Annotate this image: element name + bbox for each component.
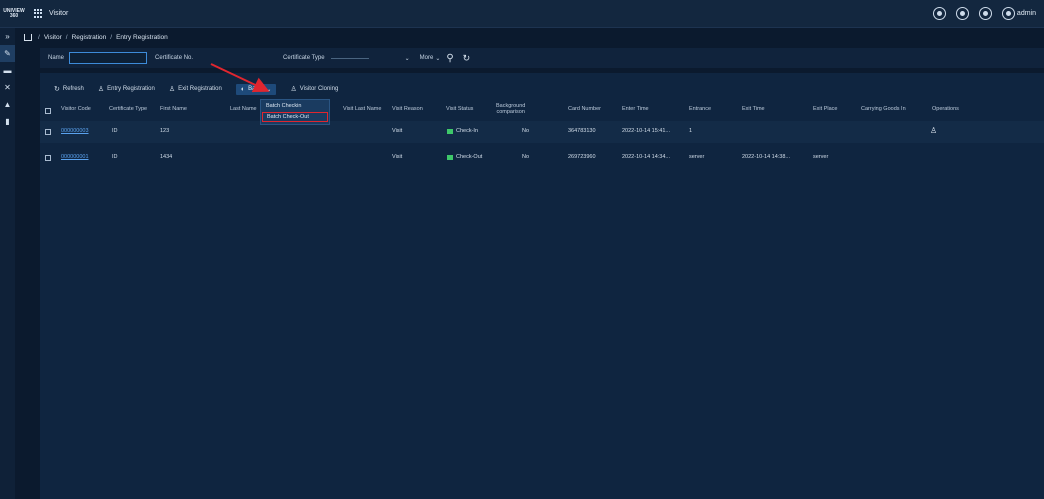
batch-checkin-item[interactable]: Batch Checkin [261, 101, 329, 110]
entrance-cell: server [689, 154, 705, 160]
visit-status-cell: Check-Out [447, 154, 482, 160]
background-cell: No [522, 128, 530, 134]
name-input[interactable] [69, 52, 148, 64]
col-certificate-type: Certificate Type [109, 106, 148, 112]
sidebar: » ✎ ▬ ✕ ▲ ▮ [0, 28, 15, 499]
chevron-down-icon: ⌄ [266, 86, 272, 93]
col-carrying-goods: Carrying Goods In [861, 106, 906, 112]
table-row[interactable]: 000000003 ID 123 Visit Check-In No 36478… [40, 121, 1044, 143]
breadcrumb-registration[interactable]: Registration [72, 34, 107, 41]
certificate-type-select[interactable] [330, 57, 369, 59]
first-name-cell: 123 [160, 128, 170, 134]
notification-icon[interactable] [932, 7, 946, 20]
toolbar: ↻ Refresh ♙ Entry Registration ♙ Exit Re… [54, 83, 338, 95]
app-title: Visitor [49, 10, 69, 17]
col-first-name: First Name [160, 106, 187, 112]
camera-icon[interactable]: ▬ [0, 62, 15, 79]
brand-logo: UNIVIEW 360 [3, 7, 25, 19]
batch-icon: ◐ [240, 85, 246, 93]
col-operations: Operations [932, 106, 959, 112]
visitor-code-link[interactable]: 000000003 [61, 128, 89, 134]
col-visit-last-name: Visit Last Name [343, 106, 382, 112]
col-exit-time: Exit Time [742, 106, 765, 112]
exit-registration-button[interactable]: ♙ Exit Registration [169, 85, 222, 93]
refresh-icon: ↻ [54, 86, 60, 93]
certificate-no-label: Certificate No. [155, 55, 194, 61]
expand-icon[interactable]: » [0, 28, 15, 45]
alarm-icon[interactable] [955, 7, 969, 20]
table-row[interactable]: 000000001 ID 1434 Visit Check-Out No 269… [40, 147, 1044, 169]
table-header: Visitor Code Certificate Type First Name… [40, 101, 1044, 121]
entry-registration-button[interactable]: ♙ Entry Registration [98, 85, 155, 93]
check-in-icon [447, 128, 453, 134]
help-icon[interactable] [978, 7, 992, 20]
visit-reason-cell: Visit [392, 128, 403, 134]
row-checkbox[interactable] [45, 129, 51, 135]
col-background-comparison: Background comparison [496, 103, 526, 115]
col-visitor-code: Visitor Code [61, 106, 91, 112]
card-number-cell: 364783130 [568, 128, 596, 134]
exit-place-cell: server [813, 154, 829, 160]
row-checkbox[interactable] [45, 155, 51, 161]
visit-reason-cell: Visit [392, 154, 403, 160]
card-number-cell: 269723960 [568, 154, 596, 160]
top-bar: UNIVIEW 360 Visitor admin [0, 0, 1044, 28]
search-icon[interactable]: ⚲ [446, 53, 453, 64]
person-exit-icon: ♙ [168, 86, 176, 93]
col-last-name: Last Name [230, 106, 257, 112]
check-out-icon [447, 154, 453, 160]
person-add-icon: ♙ [97, 86, 105, 93]
batch-dropdown-menu: Batch Checkin Batch Check-Out [260, 99, 330, 125]
col-entrance: Entrance [689, 106, 712, 112]
exit-time-cell: 2022-10-14 14:38... [742, 154, 791, 160]
col-card-number: Card Number [568, 106, 602, 112]
breadcrumb: / Visitor / Registration / Entry Registr… [24, 30, 168, 44]
col-visit-status: Visit Status [446, 106, 474, 112]
person-icon[interactable]: ▲ [0, 96, 15, 113]
col-visit-reason: Visit Reason [392, 106, 423, 112]
filter-bar: Name Certificate No. Certificate Type ⌄ … [40, 48, 1044, 68]
enter-time-cell: 2022-10-14 15:41... [622, 128, 671, 134]
more-label[interactable]: More [420, 55, 434, 61]
edit-icon[interactable]: ✎ [0, 45, 15, 62]
refresh-button[interactable]: ↻ Refresh [54, 85, 84, 93]
batch-checkout-item[interactable]: Batch Check-Out [262, 112, 328, 122]
col-exit-place: Exit Place [813, 106, 838, 112]
visitor-cloning-button[interactable]: ♙ Visitor Cloning [290, 85, 338, 93]
batch-button[interactable]: ◐ Batch ⌄ [235, 83, 277, 95]
name-label: Name [48, 55, 65, 61]
user-name: admin [1016, 10, 1036, 17]
user-menu[interactable]: admin [1001, 7, 1036, 20]
breadcrumb-visitor[interactable]: Visitor [44, 34, 62, 41]
certificate-type-cell: ID [112, 128, 118, 134]
select-all-checkbox[interactable] [45, 108, 51, 114]
breadcrumb-entry-registration: Entry Registration [116, 33, 168, 41]
chevron-down-icon[interactable]: ⌄ [405, 55, 410, 62]
visit-status-cell: Check-In [447, 128, 478, 134]
col-enter-time: Enter Time [622, 106, 649, 112]
visitor-code-link[interactable]: 000000001 [61, 154, 89, 160]
first-name-cell: 1434 [160, 154, 173, 160]
tools-icon[interactable]: ✕ [0, 79, 15, 96]
enter-time-cell: 2022-10-14 14:34... [622, 154, 671, 160]
more-chevron-icon[interactable]: ⌄ [435, 55, 440, 62]
reset-icon[interactable]: ↻ [463, 53, 471, 64]
entrance-cell: 1 [689, 128, 693, 134]
certificate-type-label: Certificate Type [283, 55, 325, 61]
home-icon[interactable] [24, 33, 32, 41]
user-avatar-icon [1001, 7, 1015, 20]
document-icon[interactable]: ▮ [0, 113, 15, 130]
background-cell: No [522, 154, 530, 160]
exit-registration-icon[interactable]: ♙ [930, 126, 937, 135]
certificate-type-cell: ID [112, 154, 118, 160]
app-grid-icon[interactable] [34, 8, 44, 19]
clone-icon: ♙ [290, 86, 297, 93]
main-panel: ↻ Refresh ♙ Entry Registration ♙ Exit Re… [40, 73, 1044, 499]
